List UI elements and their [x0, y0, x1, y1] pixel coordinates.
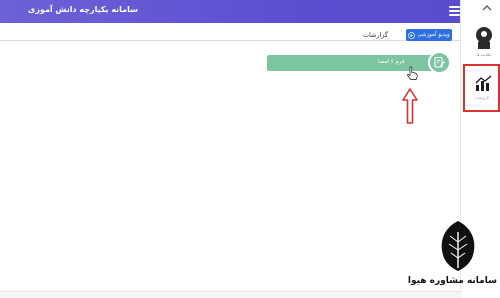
sidebar-item-label: اطلاعیه ها [476, 53, 492, 57]
sidebar-item-reports[interactable] [463, 64, 500, 112]
video-button-label: ویدیو آموزشی [417, 32, 450, 38]
chevron-up-icon[interactable] [482, 4, 492, 12]
tab-reports[interactable]: گزارشات [363, 31, 388, 39]
feather-pen-icon [441, 221, 475, 271]
sidebar-item-label: گزارشات [475, 96, 489, 100]
play-icon [408, 31, 416, 39]
app-title: سامانه یکپارچه دانش آموزی [28, 5, 138, 14]
hamburger-icon[interactable] [449, 6, 460, 16]
horizontal-scrollbar[interactable] [0, 291, 462, 298]
top-bar: سامانه یکپارچه دانش آموزی [0, 0, 500, 23]
arrow-up-icon [402, 88, 418, 124]
chart-icon [475, 75, 492, 91]
document-edit-icon [428, 51, 451, 74]
divider [0, 40, 462, 41]
video-tutorial-button[interactable]: ویدیو آموزشی [406, 29, 452, 41]
menu-item-label: فرم ۶ امضا [378, 59, 405, 65]
watermark-text: سامانه مشاوره هیوا [407, 276, 497, 286]
hand-cursor-icon [407, 66, 418, 80]
user-icon [476, 27, 492, 49]
